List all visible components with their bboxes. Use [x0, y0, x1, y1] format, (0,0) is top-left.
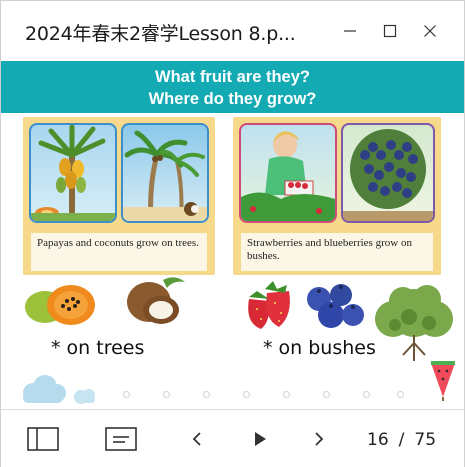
blueberry-bush-illustration [343, 129, 433, 221]
textbook-panel-trees: Papayas and coconuts grow on trees. [23, 117, 215, 275]
maximize-icon [383, 24, 397, 38]
bush-image [375, 285, 453, 361]
thumbnails-button[interactable] [25, 424, 61, 454]
label-on-bushes: * on bushes [263, 337, 376, 359]
total-pages: 75 [414, 430, 437, 450]
banner-question-grow: Where do they grow? [148, 90, 317, 108]
coconut-tree-illustration [123, 130, 207, 221]
decorative-dot [243, 391, 250, 398]
minimize-button[interactable] [333, 15, 367, 47]
notes-button[interactable] [103, 424, 139, 454]
decorative-dot [163, 391, 170, 398]
decorative-dot [323, 391, 330, 398]
page-separator: / [398, 430, 405, 450]
blueberry-bush-photo [341, 123, 435, 223]
next-slide-button[interactable] [307, 424, 331, 454]
page-indicator: 16 / 75 [367, 430, 436, 450]
presentation-window: 2024年春末2睿学Lesson 8.p... What fruit are t… [0, 0, 465, 467]
maximize-button[interactable] [373, 15, 407, 47]
close-button[interactable] [413, 15, 447, 47]
decorative-dot [203, 391, 210, 398]
bottom-toolbar: 16 / 75 [1, 409, 464, 467]
decorative-dot [283, 391, 290, 398]
current-page: 16 [367, 430, 389, 450]
slide-banner: What fruit are they? Where do they grow? [1, 61, 464, 113]
close-icon [424, 25, 436, 37]
window-title: 2024年春末2睿学Lesson 8.p... [25, 23, 296, 45]
previous-slide-button[interactable] [185, 424, 209, 454]
papaya-tree-photo [29, 123, 117, 223]
next-icon [315, 432, 324, 446]
decorative-dot [363, 391, 370, 398]
play-icon [255, 432, 266, 446]
slide-canvas: What fruit are they? Where do they grow? [1, 61, 464, 408]
decorative-dot [397, 391, 404, 398]
textbook-panel-bushes: Strawberries and blueberries grow on bus… [233, 117, 441, 275]
cloud-decoration [23, 375, 95, 404]
label-on-trees: * on trees [51, 337, 145, 359]
title-bar: 2024年春末2睿学Lesson 8.p... [1, 1, 464, 61]
strawberry-picking-illustration [241, 131, 335, 221]
strawberry-girl-photo [239, 123, 337, 223]
blueberry-image [307, 284, 364, 328]
banner-question-fruit: What fruit are they? [155, 68, 310, 86]
sidebar-icon [27, 427, 59, 451]
caption-trees: Papayas and coconuts grow on trees. [31, 233, 207, 271]
coconut-tree-photo [121, 123, 209, 223]
strawberry-image [248, 281, 290, 329]
minimize-icon [344, 30, 356, 32]
previous-icon [192, 432, 201, 446]
caption-bushes: Strawberries and blueberries grow on bus… [241, 233, 433, 271]
notes-icon [105, 427, 137, 451]
play-slideshow-button[interactable] [247, 424, 273, 454]
coconut-image [127, 277, 185, 324]
decorative-dot [123, 391, 130, 398]
watermelon-icon [431, 361, 455, 401]
papaya-tree-illustration [31, 125, 115, 221]
papaya-image [25, 285, 95, 325]
